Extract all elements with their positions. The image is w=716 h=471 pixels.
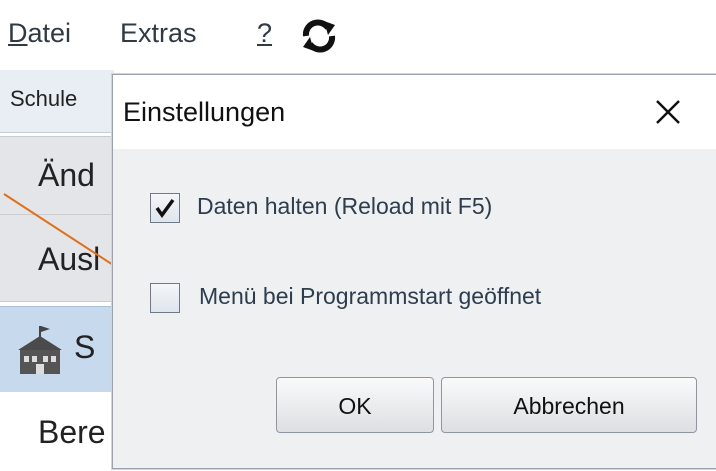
row-aendern[interactable]: Änd [0,136,114,216]
dialog-title: Einstellungen [123,97,286,127]
menu-bar: Datei Extras ? [0,0,716,66]
menu-datei-mnemonic: D [8,18,28,48]
checkbox-daten-halten[interactable] [150,193,180,223]
ok-button[interactable]: OK [276,377,434,433]
refresh-icon[interactable] [300,19,338,53]
tab-schule[interactable]: Schule [0,70,114,133]
cancel-button[interactable]: Abbrechen [441,377,697,433]
row-berechtigungen[interactable]: Bere [0,392,114,471]
menu-datei[interactable]: Datei [8,18,71,49]
school-icon [18,326,62,374]
dialog-title-bar: Einstellungen [113,75,716,149]
checkmark-icon [155,198,175,218]
row-auswahl[interactable]: Ausl [0,214,114,302]
checkbox-menue-programmstart-label[interactable]: Menü bei Programmstart geöffnet [199,283,541,310]
row-aendern-label: Änd [38,157,95,193]
close-icon[interactable] [652,96,684,128]
menu-extras[interactable]: Extras [120,18,197,49]
checkbox-daten-halten-label[interactable]: Daten halten (Reload mit F5) [197,193,492,220]
row-auswahl-label: Ausl [38,241,101,277]
menu-datei-rest: atei [27,18,72,48]
tab-schule-label: Schule [10,86,78,111]
menu-help[interactable]: ? [257,18,272,49]
checkbox-menue-programmstart[interactable] [150,283,180,313]
settings-dialog: Einstellungen Daten halten (Reload mit F… [112,74,716,469]
row-schule-label: S [74,329,96,365]
row-berechtigungen-label: Bere [38,414,106,450]
